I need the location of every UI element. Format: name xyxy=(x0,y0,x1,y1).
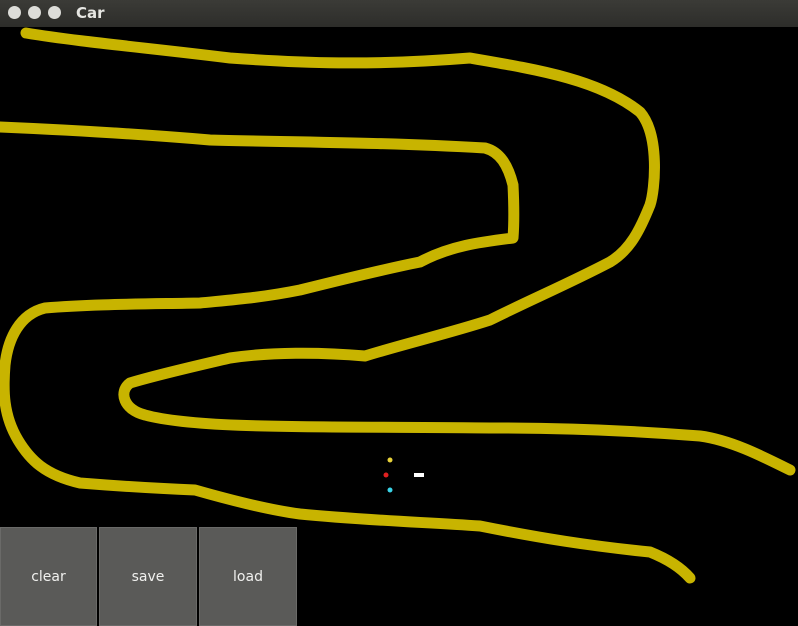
title-bar: Car xyxy=(0,0,798,28)
clear-button[interactable]: clear xyxy=(0,527,97,626)
car xyxy=(414,473,424,477)
maximize-window-icon[interactable] xyxy=(48,6,61,19)
left-sensor xyxy=(387,457,393,463)
close-window-icon[interactable] xyxy=(8,6,21,19)
window-title: Car xyxy=(76,4,105,22)
center-sensor xyxy=(383,472,389,478)
save-button[interactable]: save xyxy=(99,527,197,626)
load-button[interactable]: load xyxy=(199,527,297,626)
track-line-top xyxy=(20,27,796,476)
minimize-window-icon[interactable] xyxy=(28,6,41,19)
right-sensor xyxy=(387,487,393,493)
